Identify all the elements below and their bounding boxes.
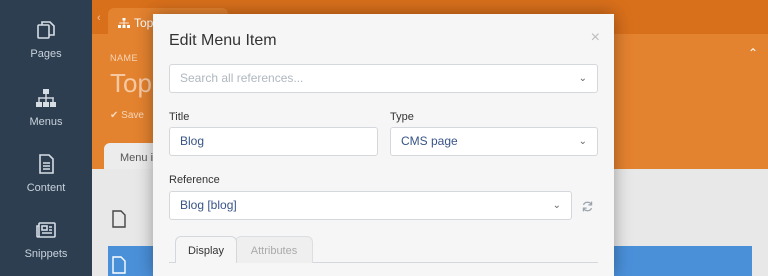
close-button[interactable]: × bbox=[591, 29, 600, 47]
title-field[interactable]: Blog bbox=[169, 127, 378, 156]
chevron-down-icon: ⌄ bbox=[552, 200, 561, 211]
sitemap-icon bbox=[36, 89, 56, 107]
chevron-down-icon: ⌄ bbox=[578, 136, 587, 147]
reference-label: Reference bbox=[169, 174, 220, 186]
sitemap-icon bbox=[118, 18, 130, 28]
page-title: Top bbox=[110, 68, 152, 98]
sidebar-item-label: Menus bbox=[29, 116, 63, 128]
type-label: Type bbox=[390, 111, 414, 123]
save-button[interactable]: ✔ Save bbox=[110, 110, 144, 121]
sidebar-item-label: Snippets bbox=[24, 248, 68, 260]
chevron-left-icon[interactable]: ‹ bbox=[97, 12, 101, 24]
chevron-up-icon[interactable]: ⌃ bbox=[748, 46, 758, 60]
sidebar-item-snippets[interactable]: Snippets bbox=[0, 218, 92, 276]
title-value: Blog bbox=[180, 134, 205, 148]
save-label: Save bbox=[121, 110, 144, 121]
refresh-icon[interactable] bbox=[581, 200, 594, 213]
name-label: NAME bbox=[110, 53, 139, 63]
reference-select[interactable]: Blog [blog] ⌄ bbox=[169, 191, 572, 220]
tab-label: Top bbox=[134, 16, 154, 30]
search-placeholder: Search all references... bbox=[180, 71, 304, 85]
tab-attributes[interactable]: Attributes bbox=[235, 236, 313, 263]
tab-display[interactable]: Display bbox=[175, 236, 237, 263]
sidebar: Pages Menus Content Snippets bbox=[0, 0, 92, 276]
file-icon bbox=[112, 210, 126, 228]
chevron-down-icon: ⌄ bbox=[578, 73, 587, 84]
sidebar-item-pages[interactable]: Pages bbox=[0, 18, 92, 84]
file-text-icon bbox=[39, 154, 54, 174]
type-select[interactable]: CMS page ⌄ bbox=[390, 127, 598, 156]
reference-value: Blog [blog] bbox=[180, 198, 237, 212]
file-icon bbox=[112, 256, 126, 274]
edit-menu-item-dialog: Edit Menu Item × Search all references..… bbox=[153, 14, 614, 276]
newspaper-icon bbox=[36, 222, 56, 238]
sidebar-item-menus[interactable]: Menus bbox=[0, 86, 92, 152]
tab-label: Attributes bbox=[250, 245, 298, 257]
pages-icon bbox=[37, 21, 55, 39]
tab-label: Menu i bbox=[120, 152, 154, 164]
tab-label: Display bbox=[187, 245, 225, 257]
sidebar-item-label: Content bbox=[26, 182, 66, 194]
sidebar-item-content[interactable]: Content bbox=[0, 152, 92, 218]
dialog-title: Edit Menu Item bbox=[169, 32, 277, 49]
title-label: Title bbox=[169, 111, 190, 123]
type-value: CMS page bbox=[401, 134, 458, 148]
reference-search-select[interactable]: Search all references... ⌄ bbox=[169, 64, 598, 93]
sidebar-item-label: Pages bbox=[30, 48, 62, 60]
